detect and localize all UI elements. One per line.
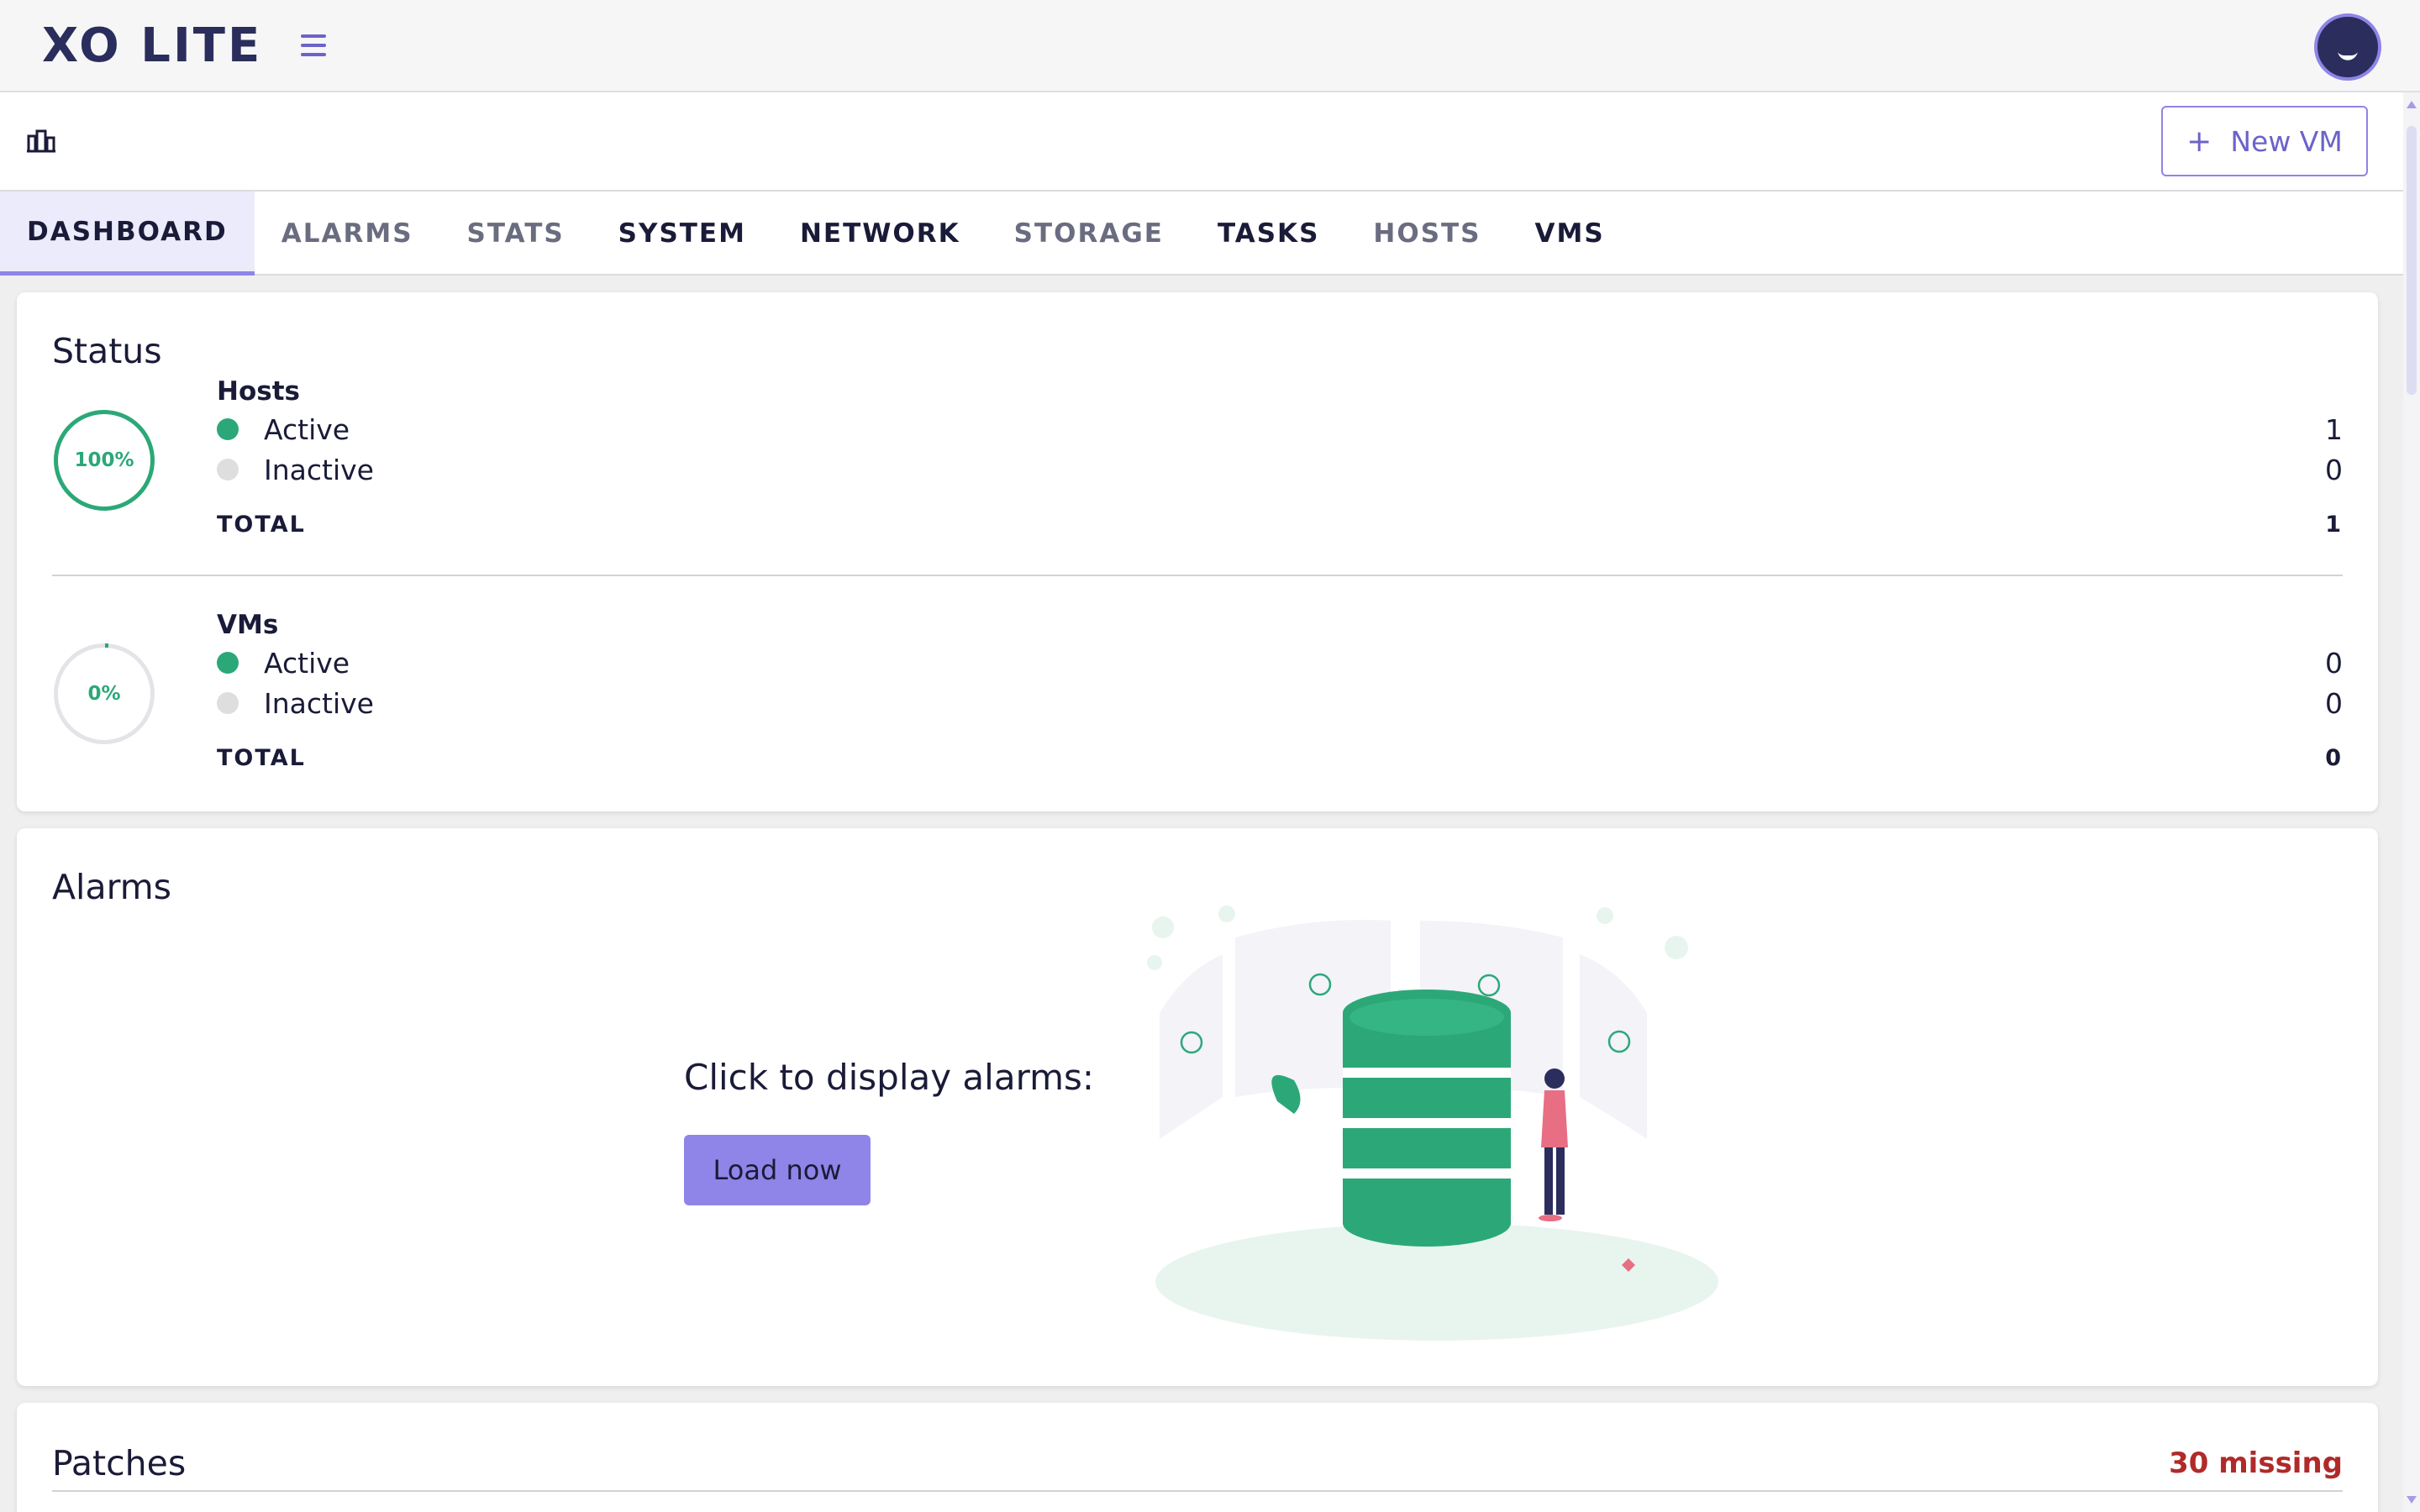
alarms-prompt: Click to display alarms:	[684, 1057, 1095, 1098]
alarms-title: Alarms	[52, 867, 171, 907]
hosts-inactive-value: 0	[2325, 453, 2343, 486]
status-title: Status	[52, 331, 162, 371]
database-illustration	[1147, 906, 1718, 1341]
alarms-card: Alarms Click to display alarms: Load now	[17, 828, 2378, 1386]
vms-active-row: Active 0	[217, 644, 2343, 681]
pool-icon	[27, 129, 55, 153]
tab-network[interactable]: NETWORK	[773, 192, 987, 276]
load-alarms-button[interactable]: Load now	[684, 1135, 871, 1205]
vms-active-value: 0	[2325, 646, 2343, 680]
vms-percent: 0%	[87, 683, 121, 705]
user-avatar[interactable]	[2314, 13, 2381, 81]
tab-system[interactable]: SYSTEM	[592, 192, 773, 276]
vms-inactive-row: Inactive 0	[217, 685, 2343, 722]
hosts-inactive-label: Inactive	[264, 453, 374, 486]
hosts-active-label: Active	[264, 412, 350, 446]
new-vm-button[interactable]: + New VM	[2161, 106, 2368, 176]
app-header: XO LITE	[0, 0, 2420, 92]
patches-divider	[52, 1490, 2343, 1492]
vms-total-value: 0	[2325, 744, 2343, 771]
inactive-status-dot	[217, 692, 239, 714]
tab-dashboard[interactable]: DASHBOARD	[0, 192, 255, 276]
status-divider	[52, 575, 2343, 576]
vms-total-label: TOTAL	[217, 744, 306, 771]
tab-alarms[interactable]: ALARMS	[255, 192, 440, 276]
inactive-status-dot	[217, 459, 239, 480]
status-card: Status 100% Hosts Active 1 Inactive 0 TO…	[17, 292, 2378, 811]
vms-label: VMs	[217, 610, 279, 640]
patches-title: Patches	[52, 1443, 187, 1483]
hosts-active-row: Active 1	[217, 411, 2343, 448]
patches-missing-count: 30 missing	[2169, 1446, 2343, 1480]
vertical-scrollbar[interactable]	[2403, 92, 2420, 1512]
hosts-active-value: 1	[2325, 412, 2343, 446]
scrollbar-thumb[interactable]	[2407, 126, 2417, 395]
scroll-up-icon[interactable]	[2407, 101, 2417, 108]
hosts-total-row: TOTAL 1	[217, 506, 2343, 543]
hosts-total-label: TOTAL	[217, 511, 306, 538]
vms-total-row: TOTAL 0	[217, 739, 2343, 776]
hosts-progress-ring: 100%	[54, 410, 155, 511]
tab-vms[interactable]: VMS	[1508, 192, 1632, 276]
hosts-inactive-row: Inactive 0	[217, 451, 2343, 488]
app-logo[interactable]: XO LITE	[42, 18, 262, 73]
vms-inactive-label: Inactive	[264, 686, 374, 720]
hamburger-menu-icon[interactable]	[301, 34, 327, 56]
plus-icon: +	[2186, 123, 2212, 159]
tab-hosts[interactable]: HOSTS	[1346, 192, 1507, 276]
active-status-dot	[217, 418, 239, 440]
vms-active-label: Active	[264, 646, 350, 680]
vms-inactive-value: 0	[2325, 686, 2343, 720]
new-vm-label: New VM	[2230, 124, 2343, 158]
scroll-down-icon[interactable]	[2407, 1496, 2417, 1504]
object-header: + New VM	[0, 92, 2403, 192]
patches-card: Patches 30 missing	[17, 1403, 2378, 1512]
pool-tabs: DASHBOARD ALARMS STATS SYSTEM NETWORK ST…	[0, 192, 2403, 276]
hosts-percent: 100%	[74, 449, 134, 471]
hosts-label: Hosts	[217, 376, 300, 407]
vms-progress-ring: 0%	[54, 643, 155, 744]
tab-tasks[interactable]: TASKS	[1191, 192, 1346, 276]
active-status-dot	[217, 652, 239, 674]
tab-stats[interactable]: STATS	[440, 192, 592, 276]
hosts-total-value: 1	[2325, 511, 2343, 538]
tab-storage[interactable]: STORAGE	[987, 192, 1191, 276]
